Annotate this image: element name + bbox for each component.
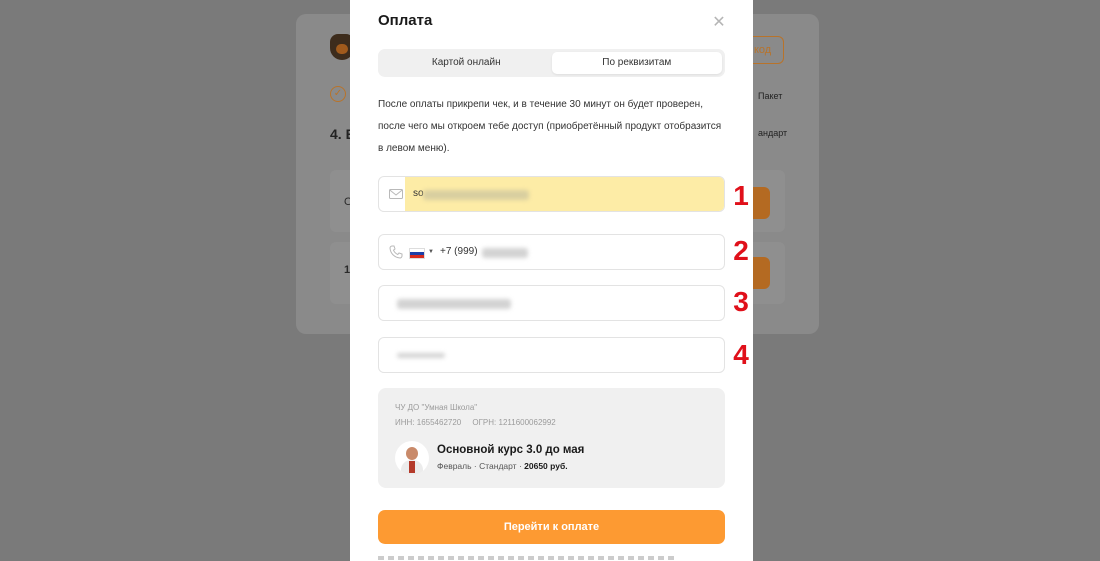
name-field[interactable] xyxy=(378,285,725,321)
name-redacted xyxy=(397,299,511,309)
course-price: 20650 руб. xyxy=(524,461,568,471)
avatar xyxy=(395,441,429,475)
annotation-number-1: 1 xyxy=(733,180,749,211)
russia-flag-icon[interactable] xyxy=(409,248,425,259)
annotation-number-3: 3 xyxy=(733,286,749,317)
tab-card-online[interactable]: Картой онлайн xyxy=(381,52,552,74)
course-meta: Февраль · Стандарт · 20650 руб. xyxy=(437,461,568,471)
email-field[interactable]: so xyxy=(378,176,725,212)
phone-field[interactable]: ▼ +7 (999) xyxy=(378,234,725,270)
annotation-number-2: 2 xyxy=(733,235,749,266)
phone-value: +7 (999) xyxy=(440,246,478,257)
modal-title: Оплата xyxy=(378,12,433,29)
background-select-button xyxy=(752,187,770,219)
annotation-number-4: 4 xyxy=(733,339,749,370)
payment-modal: Оплата ✕ Картой онлайн По реквизитам Пос… xyxy=(350,0,753,561)
email-redacted xyxy=(423,190,529,200)
proceed-to-payment-button[interactable]: Перейти к оплате xyxy=(378,510,725,544)
payment-instruction: После оплаты прикрепи чек, и в течение 3… xyxy=(378,99,722,154)
chevron-down-icon[interactable]: ▼ xyxy=(428,249,434,255)
mail-icon xyxy=(389,189,403,199)
background-promo-button: код xyxy=(752,36,784,64)
check-circle-icon: ✓ xyxy=(330,86,346,102)
payment-method-tabs: Картой онлайн По реквизитам xyxy=(378,49,725,77)
organization-inn: ИНН: 1655462720 xyxy=(395,418,462,427)
organization-ids: ИНН: 1655462720 ОГРН: 1211600062992 xyxy=(395,418,556,427)
course-details: Февраль · Стандарт · xyxy=(437,461,525,471)
background-package-label: Пакет xyxy=(758,91,783,101)
tab-bank-details[interactable]: По реквизитам xyxy=(551,52,722,74)
fourth-field-redacted xyxy=(397,353,445,358)
email-value: so xyxy=(413,188,424,199)
phone-redacted xyxy=(482,248,528,258)
course-title: Основной курс 3.0 до мая xyxy=(437,444,585,456)
background-tariff-label: андарт xyxy=(758,128,788,138)
footer-text-cutoff xyxy=(378,556,678,560)
organization-name: ЧУ ДО "Умная Школа" xyxy=(395,403,478,412)
fourth-field[interactable] xyxy=(378,337,725,373)
order-summary-card: ЧУ ДО "Умная Школа" ИНН: 1655462720 ОГРН… xyxy=(378,388,725,488)
phone-icon xyxy=(389,245,403,259)
background-select-button xyxy=(752,257,770,289)
close-icon[interactable]: ✕ xyxy=(712,15,726,31)
organization-ogrn: ОГРН: 1211600062992 xyxy=(472,418,556,427)
